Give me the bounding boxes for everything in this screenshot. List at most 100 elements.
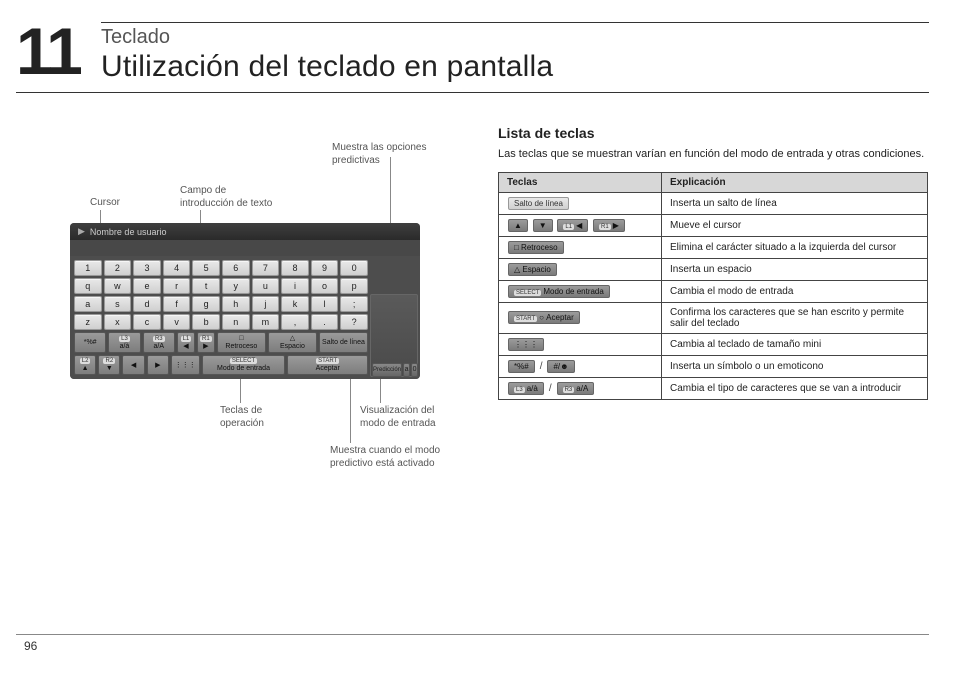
key-i[interactable]: i	[281, 278, 309, 294]
keys-table: Teclas Explicación Salto de línea Insert…	[498, 172, 928, 400]
key-n[interactable]: n	[222, 314, 250, 330]
key-s[interactable]: s	[104, 296, 132, 312]
key-,[interactable]: ,	[281, 314, 309, 330]
key-9[interactable]: 9	[311, 260, 339, 276]
key-e[interactable]: e	[133, 278, 161, 294]
callout-text-field: Campo de introducción de texto	[180, 185, 272, 210]
key-case[interactable]: R3a/A	[143, 332, 175, 353]
pred-toggle[interactable]: Predicción	[372, 363, 402, 377]
table-row: START○ Aceptar Confirma los caracteres q…	[499, 302, 928, 333]
key-m[interactable]: m	[252, 314, 280, 330]
callout-op-keys: Teclas de operación	[220, 405, 264, 430]
key-left[interactable]: ◀	[122, 355, 144, 375]
side-0[interactable]: 0	[411, 363, 418, 377]
table-row: △ Espacio Inserta un espacio	[499, 258, 928, 280]
cell-key: Salto de línea	[499, 192, 662, 214]
list-heading: Lista de teclas	[498, 125, 928, 141]
key-3[interactable]: 3	[133, 260, 161, 276]
callout-text: Teclas de	[220, 405, 262, 416]
key-1[interactable]: 1	[74, 260, 102, 276]
key-u[interactable]: u	[252, 278, 280, 294]
key-k[interactable]: k	[281, 296, 309, 312]
key-backspace[interactable]: □Retroceso	[217, 332, 266, 353]
cell-key: SELECTModo de entrada	[499, 280, 662, 302]
cell-exp: Cambia el modo de entrada	[662, 280, 928, 302]
key-grid[interactable]: ⋮⋮⋮	[171, 355, 200, 375]
th-explicacion: Explicación	[662, 172, 928, 192]
key-a[interactable]: a	[74, 296, 102, 312]
key-accent[interactable]: L3a/à	[108, 332, 140, 353]
key-symbols[interactable]: *%#	[74, 332, 106, 353]
callout-text: introducción de texto	[180, 198, 272, 209]
keyboard-row: zxcvbnm,.?	[74, 314, 368, 330]
key-space[interactable]: △Espacio	[268, 332, 317, 353]
key-f[interactable]: f	[163, 296, 191, 312]
key-b[interactable]: b	[192, 314, 220, 330]
key-;[interactable]: ;	[340, 296, 368, 312]
key-.[interactable]: .	[311, 314, 339, 330]
cell-key: △ Espacio	[499, 258, 662, 280]
cell-exp: Inserta un espacio	[662, 258, 928, 280]
key-p[interactable]: p	[340, 278, 368, 294]
key-d[interactable]: d	[133, 296, 161, 312]
cell-exp: Cambia al teclado de tamaño mini	[662, 333, 928, 355]
chapter-number: 11	[16, 22, 80, 81]
keyboard-row: asdfghjkl;	[74, 296, 368, 312]
table-row: Salto de línea Inserta un salto de línea	[499, 192, 928, 214]
cell-key: □ Retroceso	[499, 236, 662, 258]
keyboard-row: qwertyuiop	[74, 278, 368, 294]
callout-text: Muestra cuando el modo	[330, 445, 440, 456]
table-row: L3a/à/R3a/A Cambia el tipo de caracteres…	[499, 377, 928, 399]
key-l2-up[interactable]: L2▲	[74, 355, 96, 375]
header-rule-top	[101, 22, 929, 23]
keyboard-side-bottom: Predicción a 0	[372, 363, 418, 377]
key-0[interactable]: 0	[340, 260, 368, 276]
key-g[interactable]: g	[192, 296, 220, 312]
key-j[interactable]: j	[252, 296, 280, 312]
keyboard-title-bar: ▶ Nombre de usuario	[70, 223, 420, 240]
side-a[interactable]: a	[403, 363, 410, 377]
page-number: 96	[24, 639, 37, 653]
key-7[interactable]: 7	[252, 260, 280, 276]
key-w[interactable]: w	[104, 278, 132, 294]
key-l[interactable]: l	[311, 296, 339, 312]
cell-exp: Mueve el cursor	[662, 214, 928, 236]
key-y[interactable]: y	[222, 278, 250, 294]
callout-text: Visualización del	[360, 405, 434, 416]
keyboard-title: Nombre de usuario	[90, 227, 167, 237]
key-newline[interactable]: Salto de línea	[319, 332, 368, 353]
key-4[interactable]: 4	[163, 260, 191, 276]
key-r1[interactable]: R1▶	[197, 332, 215, 353]
key-x[interactable]: x	[104, 314, 132, 330]
key-v[interactable]: v	[163, 314, 191, 330]
chapter-category: Teclado	[101, 26, 170, 49]
key-z[interactable]: z	[74, 314, 102, 330]
table-row: *%#/#/☻ Inserta un símbolo o un emoticon…	[499, 355, 928, 377]
key-r2-down[interactable]: R2▼	[98, 355, 120, 375]
key-t[interactable]: t	[192, 278, 220, 294]
key-h[interactable]: h	[222, 296, 250, 312]
callout-text: Cursor	[90, 197, 120, 208]
key-2[interactable]: 2	[104, 260, 132, 276]
cell-exp: Inserta un símbolo o un emoticono	[662, 355, 928, 377]
key-right[interactable]: ▶	[147, 355, 169, 375]
key-q[interactable]: q	[74, 278, 102, 294]
key-6[interactable]: 6	[222, 260, 250, 276]
chapter-title: Utilización del teclado en pantalla	[101, 50, 553, 84]
key-o[interactable]: o	[311, 278, 339, 294]
cell-exp: Cambia el tipo de caracteres que se van …	[662, 377, 928, 399]
keyboard-black-bar	[70, 240, 420, 256]
key-8[interactable]: 8	[281, 260, 309, 276]
key-accept[interactable]: STARTAceptar	[287, 355, 368, 375]
callout-text: Campo de	[180, 185, 226, 196]
table-row: ⋮⋮⋮ Cambia al teclado de tamaño mini	[499, 333, 928, 355]
callout-pred-active: Muestra cuando el modo predictivo está a…	[330, 445, 440, 470]
caret-icon: ▶	[78, 226, 85, 237]
key-c[interactable]: c	[133, 314, 161, 330]
key-l1[interactable]: L1◀	[177, 332, 195, 353]
key-?[interactable]: ?	[340, 314, 368, 330]
leader-line	[380, 375, 381, 403]
key-r[interactable]: r	[163, 278, 191, 294]
key-mode[interactable]: SELECTModo de entrada	[202, 355, 286, 375]
key-5[interactable]: 5	[192, 260, 220, 276]
